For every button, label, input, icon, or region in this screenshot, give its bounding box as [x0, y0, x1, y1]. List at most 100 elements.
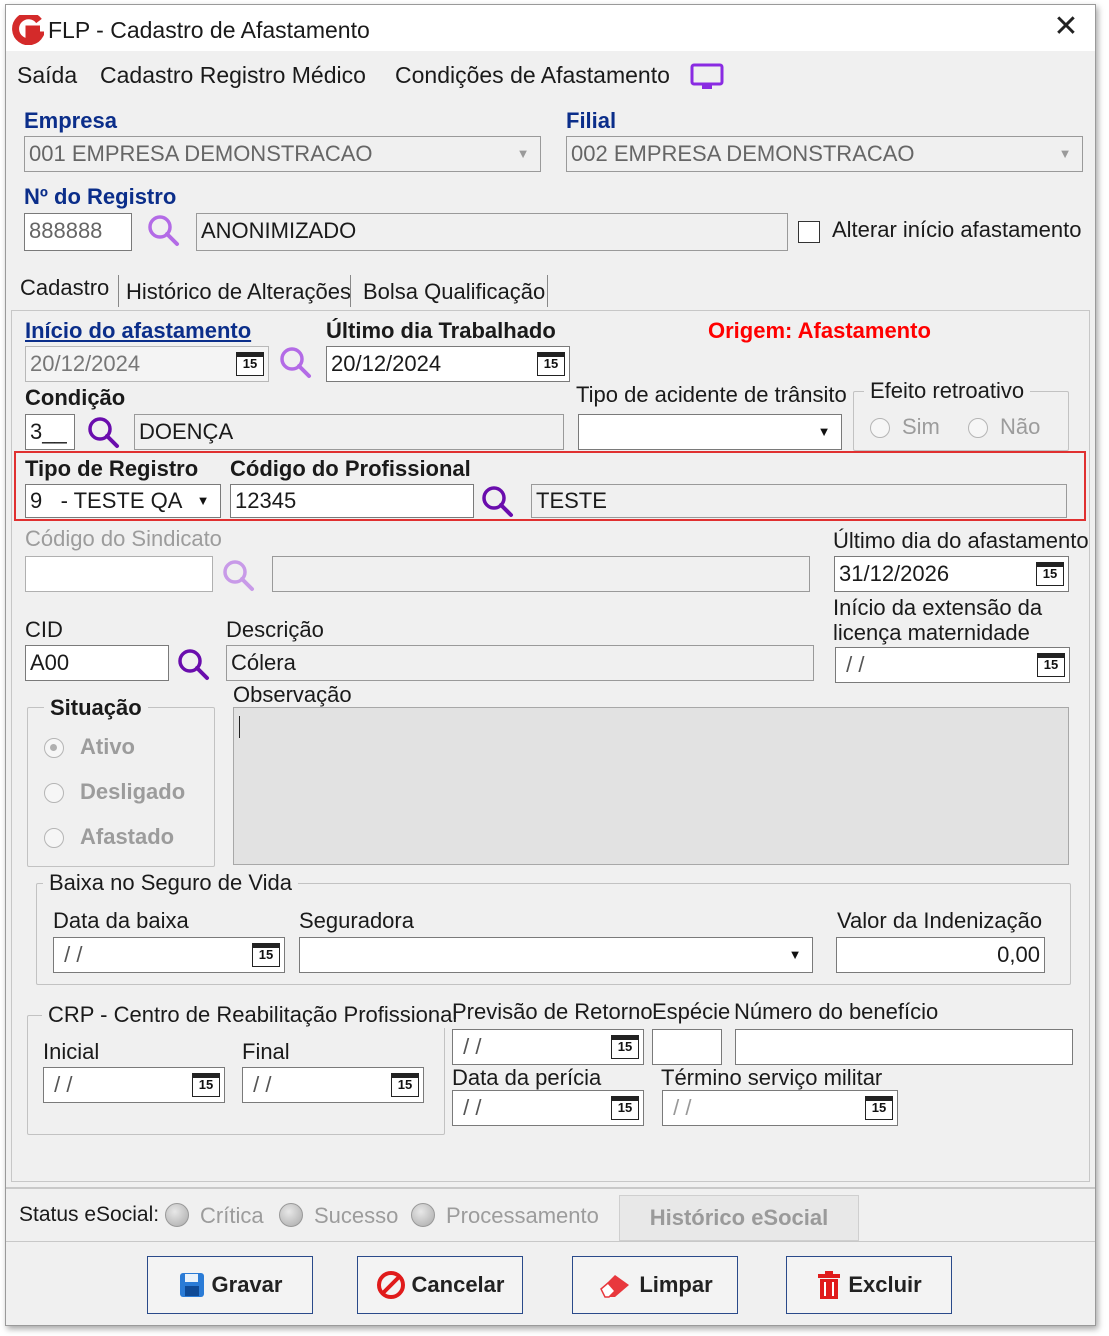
- calendar-icon[interactable]: 15: [537, 352, 565, 376]
- data-baixa-input[interactable]: / / 15: [53, 937, 285, 973]
- especie-input[interactable]: [652, 1029, 722, 1065]
- window-title: FLP - Cadastro de Afastamento: [48, 17, 370, 43]
- inicio-afastamento-input[interactable]: 20/12/2024 15: [25, 346, 269, 382]
- search-icon[interactable]: [221, 558, 257, 594]
- calendar-icon[interactable]: 15: [252, 943, 280, 967]
- efeito-sim-radio[interactable]: [870, 418, 890, 438]
- registro-number-input[interactable]: 888888: [24, 213, 132, 251]
- efeito-nao-radio[interactable]: [968, 418, 988, 438]
- inicio-afastamento-value: 20/12/2024: [30, 351, 141, 376]
- excluir-button[interactable]: Excluir: [786, 1256, 952, 1314]
- menu-condicoes-afastamento[interactable]: Condições de Afastamento: [395, 62, 670, 89]
- seguradora-label: Seguradora: [299, 908, 414, 933]
- gravar-button[interactable]: Gravar: [147, 1256, 313, 1314]
- chevron-down-icon[interactable]: ▼: [1050, 139, 1080, 169]
- termino-servico-militar-input[interactable]: / / 15: [662, 1090, 898, 1126]
- filial-label: Filial: [566, 108, 617, 133]
- descricao-field: Cólera: [226, 645, 814, 681]
- cid-input[interactable]: A00: [25, 645, 169, 681]
- efeito-retroativo-group: Efeito retroativo Sim Não: [853, 378, 1069, 451]
- codigo-profissional-label: Código do Profissional: [230, 456, 471, 481]
- calendar-icon[interactable]: 15: [391, 1073, 419, 1097]
- calendar-icon[interactable]: 15: [236, 352, 264, 376]
- menu-bar: Saída Cadastro Registro Médico Condições…: [6, 51, 1095, 97]
- calendar-icon[interactable]: 15: [611, 1096, 639, 1120]
- observacao-textarea[interactable]: [233, 707, 1069, 865]
- ultimo-dia-trabalhado-input[interactable]: 20/12/2024 15: [326, 346, 570, 382]
- situacao-ativo-radio[interactable]: [44, 738, 64, 758]
- alterar-inicio-checkbox[interactable]: [798, 221, 820, 243]
- calendar-icon[interactable]: 15: [865, 1096, 893, 1120]
- codigo-sindicato-input[interactable]: [25, 556, 213, 592]
- cancelar-button[interactable]: Cancelar: [357, 1256, 523, 1314]
- search-icon[interactable]: [86, 415, 122, 451]
- numero-beneficio-input[interactable]: [735, 1029, 1073, 1065]
- tab-bolsa-qualificacao[interactable]: Bolsa Qualificação: [363, 279, 545, 305]
- data-pericia-label: Data da perícia: [452, 1065, 602, 1090]
- calendar-icon[interactable]: 15: [192, 1073, 220, 1097]
- cancel-icon: [376, 1271, 405, 1299]
- condicao-description-field: DOENÇA: [134, 414, 564, 450]
- tipo-acidente-label: Tipo de acidente de trânsito: [576, 382, 847, 407]
- ultimo-dia-afastamento-input[interactable]: 31/12/2026 15: [834, 556, 1069, 592]
- situacao-afastado-radio[interactable]: [44, 828, 64, 848]
- historico-esocial-button[interactable]: Histórico eSocial: [619, 1195, 859, 1241]
- codigo-sindicato-label: Código do Sindicato: [25, 526, 222, 551]
- situacao-group: Situação Ativo Desligado Afastado: [27, 695, 215, 867]
- limpar-button[interactable]: Limpar: [572, 1256, 738, 1314]
- crp-final-input[interactable]: / / 15: [242, 1067, 424, 1103]
- search-icon[interactable]: [146, 213, 182, 249]
- tipo-registro-select[interactable]: 9 - TESTE QA ▼: [25, 484, 221, 518]
- tab-cadastro[interactable]: Cadastro: [20, 275, 109, 301]
- filial-select[interactable]: 002 EMPRESA DEMONSTRACAO ▼: [566, 136, 1083, 172]
- ultimo-dia-trabalhado-value: 20/12/2024: [331, 351, 442, 376]
- search-icon[interactable]: [176, 647, 212, 683]
- previsao-retorno-value: / /: [457, 1034, 482, 1059]
- status-processamento-indicator: [411, 1203, 435, 1227]
- previsao-retorno-label: Previsão de Retorno: [452, 999, 653, 1024]
- chevron-down-icon[interactable]: ▼: [780, 940, 810, 970]
- seguradora-select[interactable]: ▼: [299, 937, 813, 973]
- empresa-value: 001 EMPRESA DEMONSTRACAO: [29, 141, 373, 166]
- menu-saida[interactable]: Saída: [17, 62, 77, 89]
- data-pericia-input[interactable]: / / 15: [452, 1090, 644, 1126]
- calendar-icon[interactable]: 15: [1037, 653, 1065, 677]
- search-icon[interactable]: [480, 484, 516, 520]
- valor-indenizacao-input[interactable]: 0,00: [836, 937, 1045, 973]
- chevron-down-icon[interactable]: ▼: [809, 417, 839, 447]
- tipo-acidente-select[interactable]: ▼: [578, 414, 842, 450]
- empresa-label: Empresa: [24, 108, 117, 133]
- calendar-icon[interactable]: 15: [1036, 562, 1064, 586]
- monitor-icon[interactable]: [690, 63, 724, 91]
- chevron-down-icon[interactable]: ▼: [188, 487, 218, 515]
- search-icon[interactable]: [278, 345, 314, 381]
- crp-final-value: / /: [247, 1072, 272, 1097]
- situacao-desligado-radio[interactable]: [44, 783, 64, 803]
- efeito-retroativo-title: Efeito retroativo: [864, 378, 1031, 404]
- registro-name-field: ANONIMIZADO: [196, 213, 788, 251]
- especie-label: Espécie: [652, 999, 731, 1024]
- filial-value: 002 EMPRESA DEMONSTRACAO: [571, 141, 915, 166]
- tipo-registro-label: Tipo de Registro: [25, 456, 199, 481]
- termino-servico-militar-value: / /: [667, 1095, 692, 1120]
- app-logo-icon: [12, 15, 44, 45]
- close-icon[interactable]: ✕: [1051, 12, 1081, 43]
- condicao-code-input[interactable]: 3__: [25, 414, 75, 450]
- codigo-profissional-input[interactable]: 12345: [230, 484, 474, 518]
- alterar-inicio-label: Alterar início afastamento: [832, 217, 1082, 242]
- status-critica-indicator: [165, 1203, 189, 1227]
- crp-inicial-input[interactable]: / / 15: [43, 1067, 225, 1103]
- data-pericia-value: / /: [457, 1095, 482, 1120]
- text-cursor: [239, 716, 240, 738]
- inicio-extensao-input[interactable]: / / 15: [835, 647, 1070, 683]
- inicio-extensao-label-2: licença maternidade: [833, 620, 1030, 645]
- previsao-retorno-input[interactable]: / / 15: [452, 1029, 644, 1065]
- title-bar: FLP - Cadastro de Afastamento ✕: [6, 5, 1095, 51]
- trash-icon: [818, 1271, 841, 1299]
- chevron-down-icon[interactable]: ▼: [508, 139, 538, 169]
- calendar-icon[interactable]: 15: [611, 1035, 639, 1059]
- menu-cadastro-registro-medico[interactable]: Cadastro Registro Médico: [100, 62, 366, 89]
- tab-historico-alteracoes[interactable]: Histórico de Alterações: [126, 279, 351, 305]
- inicio-extensao-value: / /: [840, 652, 865, 677]
- empresa-select[interactable]: 001 EMPRESA DEMONSTRACAO ▼: [24, 136, 541, 172]
